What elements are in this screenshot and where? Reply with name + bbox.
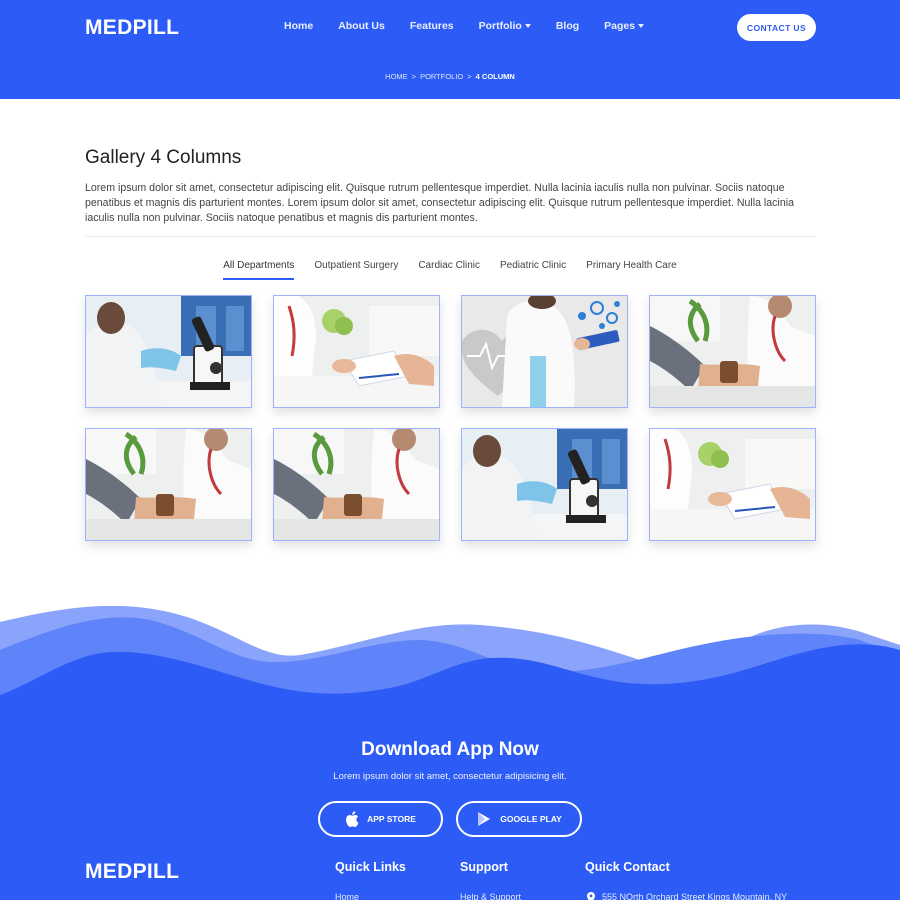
contact-us-button[interactable]: CONTACT US: [737, 14, 816, 41]
gallery-item[interactable]: [85, 428, 252, 541]
nav-pages-label: Pages: [604, 20, 636, 32]
nav-portfolio-label: Portfolio: [478, 20, 522, 32]
gallery-image: [650, 429, 815, 540]
quick-link-home[interactable]: Home: [335, 892, 359, 900]
gallery-item[interactable]: [273, 295, 440, 408]
download-app-subtitle: Lorem ipsum dolor sit amet, consectetur …: [333, 771, 567, 782]
quick-contact-heading: Quick Contact: [585, 860, 670, 874]
breadcrumb: HOME > PORTFOLIO >4 COLUMN: [0, 72, 900, 81]
breadcrumb-portfolio[interactable]: PORTFOLIO: [420, 72, 463, 81]
gallery-item[interactable]: [649, 428, 816, 541]
breadcrumb-separator: >: [411, 72, 417, 81]
contact-address: 555 NOrth Orchard Street Kings Mountain,…: [602, 892, 788, 900]
footer-logo[interactable]: MEDPILL: [85, 860, 179, 884]
quick-links-heading: Quick Links: [335, 860, 406, 874]
google-play-label: GOOGLE PLAY: [500, 814, 562, 824]
breadcrumb-current: 4 COLUMN: [475, 72, 515, 81]
gallery-item[interactable]: [85, 295, 252, 408]
gallery-image: [86, 296, 251, 407]
chevron-down-icon: [524, 24, 531, 28]
google-play-icon: [478, 812, 491, 826]
main-nav: Home About Us Features Portfolio Blog Pa…: [284, 20, 645, 32]
gallery-item[interactable]: [649, 295, 816, 408]
gallery-image: [462, 429, 627, 540]
gallery-image: [86, 429, 251, 540]
tab-all-departments[interactable]: All Departments: [223, 260, 295, 280]
tab-primary-health-care[interactable]: Primary Health Care: [586, 260, 677, 280]
support-heading: Support: [460, 860, 508, 874]
tab-outpatient-surgery[interactable]: Outpatient Surgery: [314, 260, 398, 280]
apple-icon: [346, 811, 359, 827]
gallery-image: [650, 296, 815, 407]
gallery-item[interactable]: [273, 428, 440, 541]
site-header: MEDPILL Home About Us Features Portfolio…: [0, 0, 900, 99]
gallery-item[interactable]: [461, 295, 628, 408]
nav-portfolio[interactable]: Portfolio: [479, 20, 531, 32]
nav-home[interactable]: Home: [284, 20, 313, 32]
intro-paragraph: Lorem ipsum dolor sit amet, consectetur …: [85, 182, 794, 224]
gallery-grid: [85, 295, 816, 541]
download-app-title: Download App Now: [361, 739, 539, 760]
page-title: Gallery 4 Columns: [85, 147, 242, 168]
gallery-image: [274, 296, 439, 407]
nav-features[interactable]: Features: [410, 20, 454, 32]
chevron-down-icon: [638, 24, 645, 28]
breadcrumb-home[interactable]: HOME: [385, 72, 408, 81]
support-link-help[interactable]: Help & Support: [460, 892, 521, 900]
nav-blog[interactable]: Blog: [556, 20, 579, 32]
section-divider: [85, 236, 815, 237]
gallery-item[interactable]: [461, 428, 628, 541]
gallery-image: [274, 429, 439, 540]
google-play-button[interactable]: GOOGLE PLAY: [456, 801, 582, 837]
gallery-image: [462, 296, 627, 407]
nav-about-us[interactable]: About Us: [338, 20, 385, 32]
site-logo[interactable]: MEDPILL: [85, 16, 179, 40]
map-pin-icon: [587, 892, 595, 900]
nav-pages[interactable]: Pages: [604, 20, 645, 32]
filter-tabs: All Departments Outpatient Surgery Cardi…: [0, 260, 900, 280]
tab-pediatric-clinic[interactable]: Pediatric Clinic: [500, 260, 566, 280]
tab-cardiac-clinic[interactable]: Cardiac Clinic: [418, 260, 480, 280]
breadcrumb-separator: >: [467, 72, 472, 81]
app-store-label: APP STORE: [367, 814, 416, 824]
app-store-button[interactable]: APP STORE: [318, 801, 443, 837]
